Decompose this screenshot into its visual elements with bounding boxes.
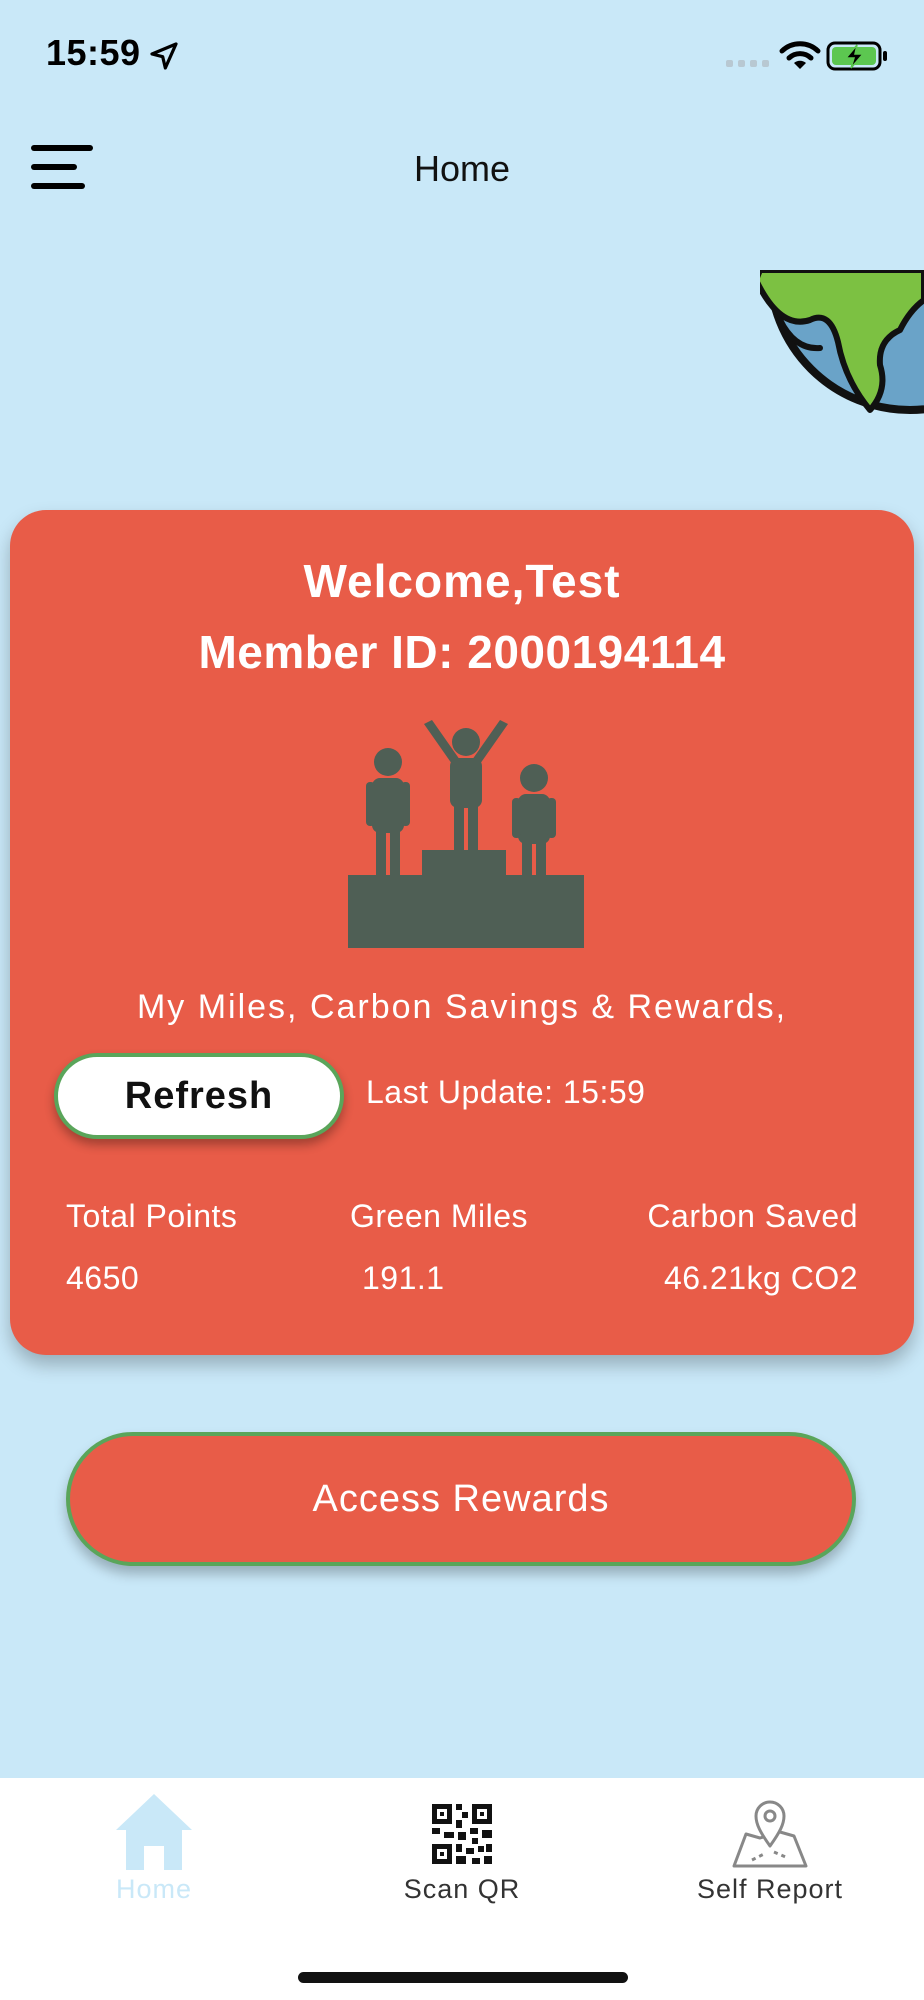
nav-label-scan-qr: Scan QR [403,1874,521,1904]
nav-item-scan-qr[interactable]: Scan QR [308,1778,616,1928]
nav-label-self-report: Self Report [696,1874,844,1904]
member-card: Welcome,Test Member ID: 2000194114 My Mi… [10,510,914,1355]
page-title: Home [413,148,511,189]
carbon-saved-value: 46.21kg CO2 [663,1260,858,1296]
globe-icon [760,270,924,414]
access-rewards-button[interactable]: Access Rewards [66,1432,856,1566]
status-time: 15:59 [46,32,141,73]
podium-icon [348,720,584,948]
wifi-icon [779,41,821,69]
last-update-text: Last Update: 15:59 [366,1074,646,1110]
home-icon [116,1794,192,1870]
nav-item-self-report[interactable]: Self Report [616,1778,924,1928]
rewards-subtitle: My Miles, Carbon Savings & Rewards, [136,988,788,1026]
carbon-saved-label: Carbon Saved [647,1198,858,1234]
welcome-text: Welcome,Test [303,555,621,607]
refresh-button[interactable]: Refresh [54,1053,344,1139]
home-indicator [298,1972,628,1983]
location-arrow-icon [150,42,178,70]
member-id: Member ID: 2000194114 [198,626,726,678]
map-pin-icon [732,1800,808,1868]
cellular-signal-icon [726,60,769,67]
qr-code-icon [432,1804,492,1864]
total-points-label: Total Points [66,1198,238,1234]
nav-item-home[interactable]: Home [0,1778,308,1928]
nav-label-home: Home [115,1874,193,1904]
total-points-value: 4650 [66,1260,140,1296]
green-miles-value: 191.1 [362,1260,445,1296]
bottom-nav: Home Scan QR Self Report [0,1778,924,2000]
green-miles-label: Green Miles [350,1198,528,1234]
battery-charging-icon [826,41,887,71]
status-bar: 15:59 [0,0,924,110]
